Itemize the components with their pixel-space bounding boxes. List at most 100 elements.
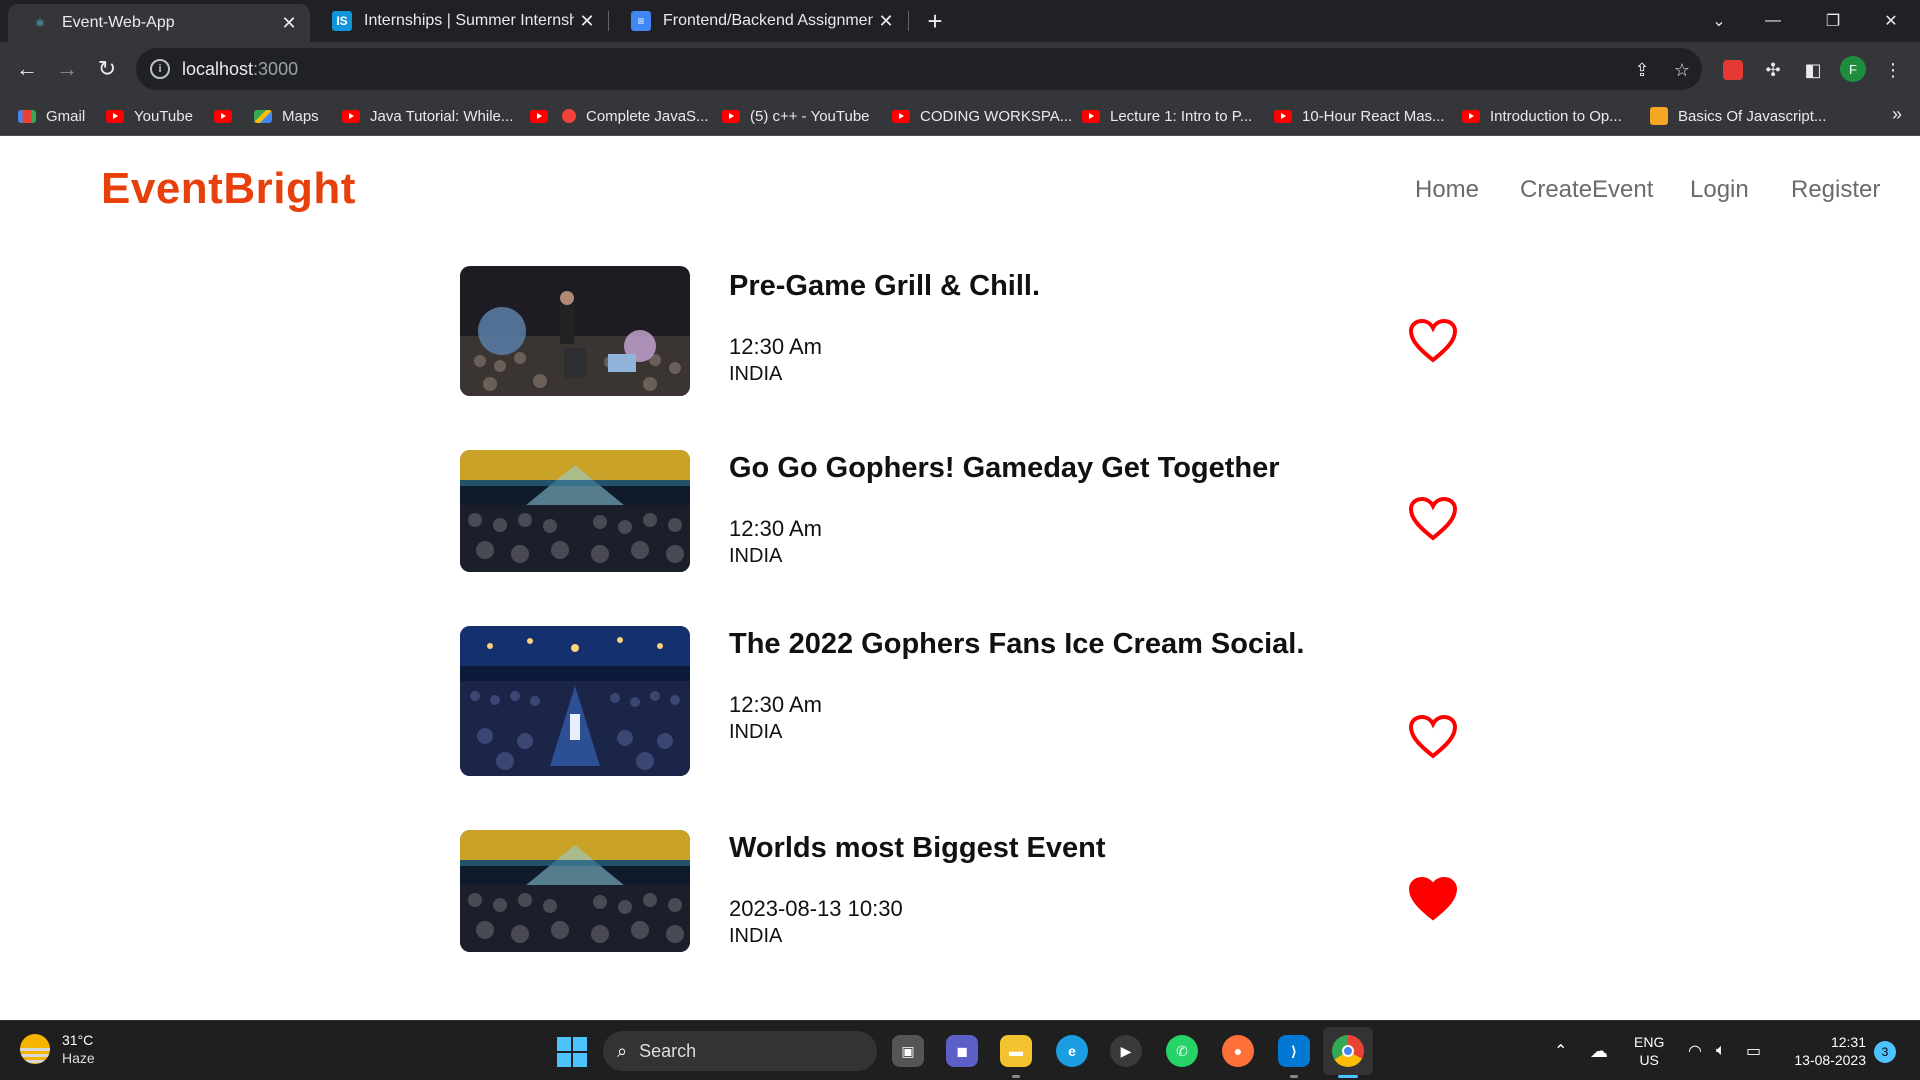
back-button[interactable]: ← [11,53,43,85]
vscode-icon[interactable]: ⟩ [1278,1035,1310,1067]
forward-button[interactable]: → [51,53,83,85]
youtube-icon [722,109,740,123]
youtube-icon [214,109,232,123]
event-title: Worlds most Biggest Event [729,832,1106,864]
file-explorer-running-indicator [1012,1075,1020,1078]
site-info-icon[interactable]: i [150,59,170,79]
nav-register[interactable]: Register [1791,176,1880,204]
youtube-icon [1462,109,1480,123]
onedrive-cloud-icon[interactable]: ☁ [1590,1021,1608,1080]
tab-title: Event-Web-App [62,14,175,31]
show-hidden-icons-chevron-icon[interactable]: ⌃ [1554,1021,1567,1080]
event-time: 2023-08-13 10:30 [729,896,903,921]
bookmark-basics-javascript[interactable]: Basics Of Javascript... [1650,96,1826,136]
close-tab-icon[interactable]: ✕ [574,8,600,34]
firefox-icon[interactable]: ● [1222,1035,1254,1067]
extensions-puzzle-icon[interactable]: ✣ [1760,57,1786,83]
event-card[interactable]: Pre-Game Grill & Chill. 12:30 Am INDIA [460,266,1460,396]
nav-create-event[interactable]: CreateEvent [1520,176,1653,204]
bookmark-gmail[interactable]: Gmail [18,96,85,136]
browser-toolbar: ← → ↻ i localhost:3000 ⇪ ☆ ✣ ◧ F ⋮ [0,42,1920,96]
gmail-icon [18,109,36,123]
bookmark-coding-workspace[interactable]: CODING WORKSPA... [892,96,1072,136]
bookmark-react-masterclass[interactable]: 10-Hour React Mas... [1274,96,1445,136]
windows-start-icon[interactable] [557,1037,587,1067]
event-title: The 2022 Gophers Fans Ice Cream Social. [729,628,1305,660]
internshala-icon: IS [332,11,352,31]
share-icon[interactable]: ⇪ [1630,58,1654,82]
youtube-icon [892,109,910,123]
whatsapp-icon[interactable]: ✆ [1166,1035,1198,1067]
media-player-icon[interactable]: ▶ [1110,1035,1142,1067]
nav-home[interactable]: Home [1415,176,1479,204]
event-time: 12:30 Am [729,334,822,359]
wifi-icon[interactable]: ◠ [1688,1021,1702,1080]
bookmark-complete-javascript[interactable]: Complete JavaS... [562,96,709,136]
extension-red-icon[interactable] [1720,57,1746,83]
tab-search-chevron-icon[interactable]: ⌄ [1694,0,1744,42]
url-text: localhost:3000 [182,58,299,79]
event-image [460,626,690,776]
menu-kebab-icon[interactable]: ⋮ [1880,57,1906,83]
notification-badge[interactable]: 3 [1874,1041,1896,1063]
bookmarks-bar: Gmail YouTube Maps Java Tutorial: While.… [0,96,1920,136]
event-location: INDIA [729,545,783,567]
tab-event-web-app[interactable]: ⚛ Event-Web-App ✕ [8,4,310,42]
volume-icon[interactable]: 🔈︎ [1716,1021,1726,1080]
weather-description: Haze [62,1050,95,1066]
bookmark-youtube-2[interactable] [214,96,242,136]
teams-chat-icon[interactable]: ◼ [946,1035,978,1067]
tab-title: Internships | Summer Internship 2 [364,12,574,29]
battery-icon[interactable]: ▭ [1746,1021,1761,1080]
taskbar-search[interactable]: ⌕ Search [603,1031,877,1071]
reload-button[interactable]: ↻ [91,53,123,85]
bookmark-intro-op[interactable]: Introduction to Op... [1462,96,1622,136]
more-bookmarks-chevron-icon[interactable]: » [1892,104,1902,125]
language-indicator[interactable]: ENG US [1634,1021,1664,1080]
close-tab-icon[interactable]: ✕ [276,10,302,36]
browser-tab-strip: ⚛ Event-Web-App ✕ IS Internships | Summe… [0,0,1920,42]
bookmark-youtube[interactable]: YouTube [106,96,193,136]
bookmark-java-tutorial[interactable]: Java Tutorial: While... [342,96,513,136]
event-web-app-page: EventBright Home CreateEvent Login Regis… [0,136,1920,1020]
edge-icon[interactable]: e [1056,1035,1088,1067]
heart-outline-icon[interactable] [1408,496,1458,542]
chrome-icon[interactable] [1332,1035,1364,1067]
restore-button[interactable]: ❐ [1808,0,1858,42]
event-card[interactable]: Worlds most Biggest Event 2023-08-13 10:… [460,830,1460,952]
heart-outline-icon[interactable] [1408,714,1458,760]
task-view-icon[interactable]: ▣ [892,1035,924,1067]
tab-internshala[interactable]: IS Internships | Summer Internship 2 ✕ [310,0,608,42]
youtube-icon [1082,109,1100,123]
event-image [460,266,690,396]
close-tab-icon[interactable]: ✕ [873,8,899,34]
bookmark-star-icon[interactable]: ☆ [1670,58,1694,82]
side-panel-icon[interactable]: ◧ [1800,57,1826,83]
tab-google-docs[interactable]: ≡ Frontend/Backend Assignment - ✕ [609,0,907,42]
bookmark-maps[interactable]: Maps [254,96,319,136]
event-title: Go Go Gophers! Gameday Get Together [729,452,1280,484]
react-icon: ⚛ [34,16,46,30]
new-tab-button[interactable]: + [920,6,950,36]
heart-filled-icon[interactable] [1408,876,1458,922]
file-explorer-icon[interactable]: ▬ [1000,1035,1032,1067]
system-clock[interactable]: 12:31 13-08-2023 [1780,1033,1866,1069]
close-window-button[interactable]: ✕ [1866,0,1916,42]
heart-outline-icon[interactable] [1408,318,1458,364]
youtube-icon [342,109,360,123]
address-bar[interactable]: i localhost:3000 ⇪ ☆ [136,48,1702,90]
codecademy-icon [1650,107,1668,125]
bookmark-youtube-3[interactable] [530,96,558,136]
weather-temperature: 31°C [62,1032,94,1048]
bookmark-lecture-1[interactable]: Lecture 1: Intro to P... [1082,96,1252,136]
clock-time: 12:31 [1830,1034,1866,1050]
event-card[interactable]: Go Go Gophers! Gameday Get Together 12:3… [460,450,1460,572]
profile-avatar[interactable]: F [1840,56,1866,82]
bookmark-cpp-youtube[interactable]: (5) c++ - YouTube [722,96,870,136]
brand-logo[interactable]: EventBright [101,164,356,214]
weather-widget[interactable]: 31°C Haze [20,1031,95,1067]
nav-login[interactable]: Login [1690,176,1749,204]
minimize-button[interactable]: — [1748,0,1798,42]
youtube-icon [106,109,124,123]
event-card[interactable]: The 2022 Gophers Fans Ice Cream Social. … [460,626,1460,776]
